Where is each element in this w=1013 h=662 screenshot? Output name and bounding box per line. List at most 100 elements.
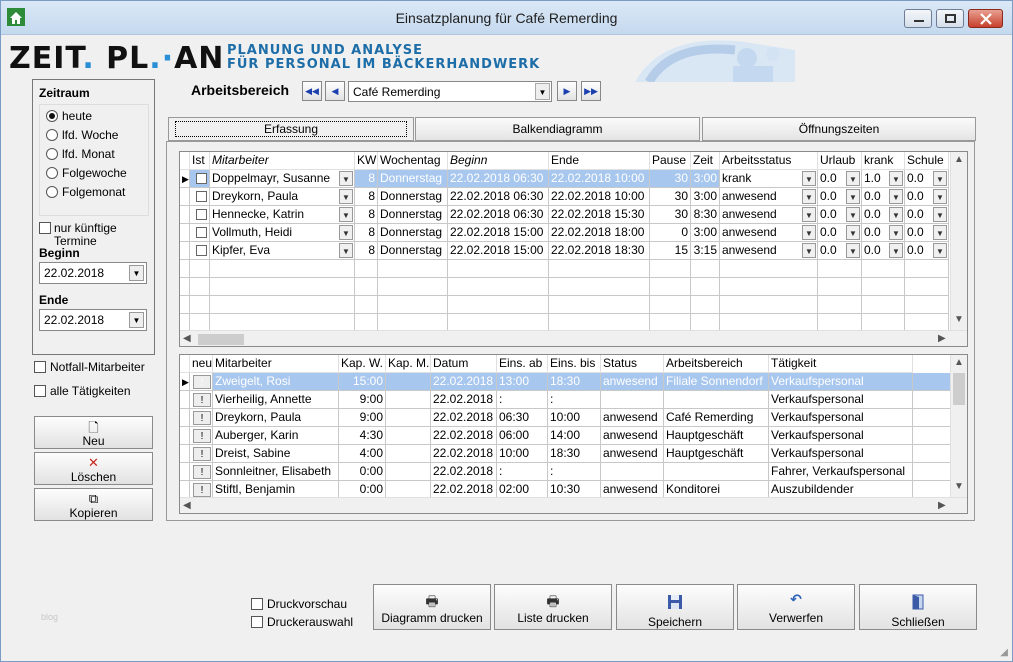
dropdown-arrow-icon[interactable]: ▼ <box>889 243 903 258</box>
assignment-cell[interactable]: Hauptgeschäft <box>664 427 769 445</box>
shift-cell[interactable]: Donnerstag <box>378 224 448 242</box>
scroll-down-icon[interactable]: ▼ <box>954 314 964 325</box>
shift-cell[interactable]: 30 <box>650 170 691 188</box>
shift-cell[interactable]: 0.0 ▼ <box>818 242 862 260</box>
assignment-cell[interactable] <box>386 445 431 463</box>
dropdown-arrow-icon[interactable]: ▼ <box>535 83 550 100</box>
assignment-cell[interactable]: Verkaufspersonal <box>769 391 913 409</box>
dropdown-arrow-icon[interactable]: ▼ <box>933 171 947 186</box>
assignment-cell[interactable]: Vierheilig, Annette <box>213 391 339 409</box>
dropdown-arrow-icon[interactable]: ▼ <box>933 189 947 204</box>
last-record-button[interactable]: ▶▶ <box>581 81 601 101</box>
dropdown-arrow-icon[interactable]: ▼ <box>933 207 947 222</box>
dropdown-arrow-icon[interactable]: ▼ <box>846 189 860 204</box>
dropdown-arrow-icon[interactable]: ▼ <box>802 225 816 240</box>
shift-cell[interactable]: 0.0 ▼ <box>818 188 862 206</box>
dropdown-arrow-icon[interactable]: ▼ <box>339 207 353 222</box>
shift-cell[interactable]: 8 <box>355 170 378 188</box>
shift-cell[interactable]: 22.02.2018 15:00 <box>448 242 549 260</box>
assignment-cell[interactable]: Zweigelt, Rosi <box>213 373 339 391</box>
shift-cell[interactable]: 0.0 ▼ <box>818 224 862 242</box>
ist-checkbox[interactable] <box>196 209 207 220</box>
assignment-cell[interactable] <box>386 409 431 427</box>
shift-grid-vscrollbar[interactable]: ▲ ▼ <box>950 152 967 330</box>
shift-cell[interactable] <box>691 260 720 278</box>
shift-cell[interactable]: 30 <box>650 188 691 206</box>
radio-folgewoche[interactable]: Folgewoche <box>46 164 127 182</box>
dropdown-arrow-icon[interactable]: ▼ <box>846 225 860 240</box>
assignment-grid-hscrollbar[interactable]: ◀ ▶ <box>180 497 967 513</box>
scroll-right-icon[interactable]: ▶ <box>938 500 946 511</box>
shift-cell[interactable]: 0.0 ▼ <box>862 206 905 224</box>
shift-cell[interactable] <box>720 278 818 296</box>
speichern-button[interactable]: Speichern <box>616 584 734 630</box>
shift-cell[interactable]: anwesend ▼ <box>720 188 818 206</box>
shift-cell[interactable]: 0.0 ▼ <box>862 188 905 206</box>
shift-cell[interactable]: 8 <box>355 224 378 242</box>
previous-record-button[interactable]: ◀ <box>325 81 345 101</box>
shift-cell[interactable]: Donnerstag <box>378 170 448 188</box>
shift-cell[interactable] <box>378 278 448 296</box>
first-record-button[interactable]: ◀◀ <box>302 81 322 101</box>
shift-cell[interactable]: Donnerstag <box>378 206 448 224</box>
assignment-cell[interactable] <box>386 373 431 391</box>
assignment-cell[interactable]: 10:00 <box>548 409 601 427</box>
assignment-cell[interactable] <box>664 391 769 409</box>
shift-cell[interactable]: Dreykorn, Paula ▼ <box>210 188 355 206</box>
assignment-cell[interactable]: ! <box>190 373 213 391</box>
assignment-cell[interactable]: 22.02.2018 <box>431 391 497 409</box>
assignment-cell[interactable]: 9:00 <box>339 391 386 409</box>
assignment-cell[interactable]: ! <box>190 427 213 445</box>
radio-heute[interactable]: heute <box>46 107 92 125</box>
shift-cell[interactable] <box>355 296 378 314</box>
shift-cell[interactable]: 8 <box>355 242 378 260</box>
shift-cell[interactable]: 8 <box>355 206 378 224</box>
assignment-cell[interactable]: 06:30 <box>497 409 548 427</box>
shift-cell[interactable]: 0.0 ▼ <box>905 224 949 242</box>
shift-cell[interactable] <box>190 260 210 278</box>
radio-folgemonat[interactable]: Folgemonat <box>46 183 125 201</box>
notfall-checkbox[interactable]: Notfall-Mitarbeiter <box>34 360 145 374</box>
assignment-cell[interactable]: Café Remerding <box>664 409 769 427</box>
assignment-cell[interactable]: 4:00 <box>339 445 386 463</box>
shift-cell[interactable]: 8 <box>355 188 378 206</box>
tab-erfassung[interactable]: Erfassung <box>168 117 414 141</box>
scroll-up-icon[interactable]: ▲ <box>954 357 964 368</box>
shift-cell[interactable] <box>905 260 949 278</box>
shift-cell[interactable]: 3:15 <box>691 242 720 260</box>
new-entry-button[interactable]: ! <box>193 447 211 461</box>
assignment-cell[interactable]: Hauptgeschäft <box>664 445 769 463</box>
assignment-cell[interactable]: : <box>548 463 601 481</box>
assignment-cell[interactable] <box>601 391 664 409</box>
diagramm-drucken-button[interactable]: 🖶 Diagramm drucken <box>373 584 491 630</box>
assignment-cell[interactable]: Verkaufspersonal <box>769 409 913 427</box>
begin-date-picker[interactable]: 22.02.2018 ▼ <box>39 262 147 284</box>
shift-cell[interactable] <box>378 260 448 278</box>
assignment-cell[interactable]: Sonnleitner, Elisabeth <box>213 463 339 481</box>
dropdown-arrow-icon[interactable]: ▼ <box>802 189 816 204</box>
shift-cell[interactable] <box>650 296 691 314</box>
end-date-picker[interactable]: 22.02.2018 ▼ <box>39 309 147 331</box>
assignment-cell[interactable]: Verkaufspersonal <box>769 445 913 463</box>
shift-cell[interactable]: 3:00 <box>691 188 720 206</box>
dropdown-arrow-icon[interactable]: ▼ <box>339 225 353 240</box>
shift-cell[interactable]: 22.02.2018 10:00 <box>549 170 650 188</box>
shift-cell[interactable]: Hennecke, Katrin ▼ <box>210 206 355 224</box>
shift-cell[interactable] <box>355 278 378 296</box>
assignment-cell[interactable] <box>386 463 431 481</box>
shift-cell[interactable]: 0.0 ▼ <box>905 242 949 260</box>
assignment-cell[interactable]: anwesend <box>601 445 664 463</box>
dropdown-arrow-icon[interactable]: ▼ <box>802 207 816 222</box>
assignment-cell[interactable] <box>664 463 769 481</box>
shift-cell[interactable] <box>862 278 905 296</box>
dropdown-arrow-icon[interactable]: ▼ <box>933 243 947 258</box>
assignment-cell[interactable]: anwesend <box>601 427 664 445</box>
assignment-cell[interactable]: 22.02.2018 <box>431 445 497 463</box>
kopieren-button[interactable]: ⧉ Kopieren <box>34 488 153 521</box>
shift-cell[interactable]: Donnerstag <box>378 188 448 206</box>
close-window-button[interactable] <box>968 9 1003 28</box>
shift-cell[interactable] <box>190 296 210 314</box>
ist-checkbox[interactable] <box>196 191 207 202</box>
maximize-button[interactable] <box>936 9 964 28</box>
shift-cell[interactable]: 22.02.2018 18:00 <box>549 224 650 242</box>
